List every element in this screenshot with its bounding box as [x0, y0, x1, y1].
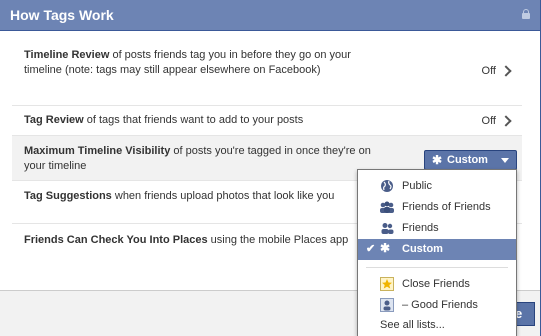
dialog-title: How Tags Work [10, 7, 114, 23]
menu-item-label: Close Friends [402, 278, 470, 290]
menu-item-label: Custom [402, 243, 443, 255]
chevron-right-icon [500, 65, 512, 77]
menu-item-custom[interactable]: ✔ ✱ Custom [358, 239, 516, 260]
audience-dropdown-menu: Public Friends of Friends Friends ✔ ✱ Cu… [357, 169, 517, 336]
globe-icon [381, 180, 393, 192]
visibility-audience-button[interactable]: ✱ Custom [424, 150, 517, 170]
menu-divider [366, 267, 508, 268]
menu-item-public[interactable]: Public [358, 176, 516, 197]
menu-item-label: Friends [402, 222, 439, 234]
audience-button-label: Custom [447, 154, 488, 166]
star-icon [380, 277, 394, 291]
see-all-lists-link[interactable]: See all lists... [380, 319, 445, 331]
gear-icon: ✱ [432, 153, 443, 167]
menu-item-friends-of-friends[interactable]: Friends of Friends [358, 197, 516, 218]
menu-item-close-friends[interactable]: Close Friends [358, 274, 516, 295]
menu-item-label: – Good Friends [402, 299, 478, 311]
row-timeline-review[interactable]: Timeline Review of posts friends tag you… [12, 41, 522, 105]
checkmark-icon: ✔ [366, 243, 376, 255]
tag-suggestions-description: Tag Suggestions when friends upload phot… [24, 190, 335, 202]
timeline-review-description: Timeline Review of posts friends tag you… [24, 49, 351, 76]
friends-of-friends-icon [380, 201, 394, 213]
tag-review-value: Off [481, 115, 496, 127]
person-list-icon [380, 298, 394, 312]
menu-item-friends[interactable]: Friends [358, 218, 516, 239]
tag-review-description: Tag Review of tags that friends want to … [24, 114, 304, 126]
menu-item-label: Public [402, 180, 432, 192]
row-tag-review[interactable]: Tag Review of tags that friends want to … [12, 105, 522, 135]
friends-icon [381, 223, 394, 234]
timeline-review-value: Off [481, 65, 496, 77]
chevron-right-icon [500, 115, 512, 127]
dialog-title-bar: How Tags Work [0, 0, 540, 31]
menu-item-label: Friends of Friends [402, 201, 491, 213]
how-tags-work-dialog: How Tags Work Timeline Review of posts f… [0, 0, 541, 336]
max-timeline-visibility-description: Maximum Timeline Visibility of posts you… [24, 145, 371, 172]
check-into-places-description: Friends Can Check You Into Places using … [24, 234, 349, 246]
menu-item-good-friends[interactable]: – Good Friends [358, 295, 516, 316]
gear-icon: ✱ [380, 241, 391, 255]
lock-icon [522, 9, 530, 20]
chevron-down-icon [501, 158, 509, 163]
